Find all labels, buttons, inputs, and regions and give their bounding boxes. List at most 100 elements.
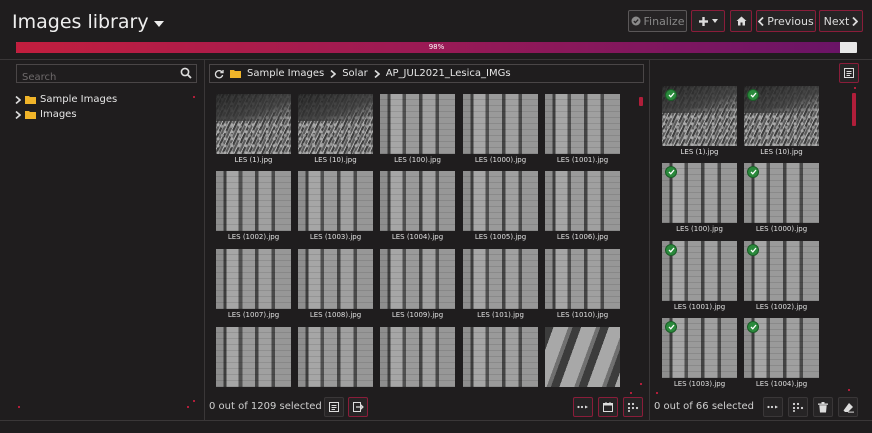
next-button[interactable]: Next	[819, 10, 863, 32]
image-tile[interactable]	[463, 327, 538, 387]
search-box	[16, 64, 197, 86]
previous-button[interactable]: Previous	[756, 10, 816, 32]
delete-button[interactable]	[813, 397, 833, 417]
check-icon[interactable]	[747, 244, 759, 256]
more-options-button[interactable]	[573, 397, 593, 417]
image-thumbnail	[463, 249, 538, 309]
check-icon[interactable]	[747, 321, 759, 333]
selected-more-button[interactable]	[763, 397, 783, 417]
search-icon[interactable]	[180, 67, 192, 79]
image-thumbnail	[545, 171, 620, 231]
add-button[interactable]	[691, 10, 725, 32]
search-input[interactable]	[17, 69, 172, 86]
resize-handle[interactable]	[656, 392, 658, 394]
trash-icon	[818, 401, 828, 412]
image-thumbnail	[545, 327, 620, 387]
image-tile[interactable]	[545, 327, 620, 387]
check-icon[interactable]	[665, 89, 677, 101]
select-options-button[interactable]	[623, 397, 643, 417]
image-tile[interactable]: LES (1006).jpg	[545, 171, 620, 241]
image-thumbnail	[545, 94, 620, 154]
image-thumbnail	[298, 94, 373, 154]
folder-icon	[230, 70, 241, 78]
selected-image-tile[interactable]: LES (1).jpg	[662, 86, 737, 156]
image-tile[interactable]: LES (1008).jpg	[298, 249, 373, 319]
finalize-button[interactable]: Finalize	[628, 10, 687, 32]
image-thumbnail	[380, 94, 455, 154]
refresh-icon[interactable]	[214, 69, 224, 79]
check-icon[interactable]	[665, 321, 677, 333]
resize-handle[interactable]	[854, 87, 856, 89]
image-caption: LES (1009).jpg	[391, 311, 444, 319]
export-icon	[352, 402, 364, 412]
folder-icon	[25, 111, 36, 119]
resize-handle[interactable]	[193, 96, 195, 98]
image-tile[interactable]: LES (1002).jpg	[216, 171, 291, 241]
move-to-selection-button[interactable]	[348, 397, 368, 417]
image-tile[interactable]: LES (1010).jpg	[545, 249, 620, 319]
image-tile[interactable]: LES (1009).jpg	[380, 249, 455, 319]
list-view-button[interactable]	[324, 397, 344, 417]
chevron-right-icon[interactable]	[15, 110, 21, 119]
resize-handle[interactable]	[630, 392, 632, 394]
grid-scrollbar[interactable]	[639, 97, 643, 106]
image-thumbnail	[744, 86, 819, 146]
image-tile[interactable]: LES (1003).jpg	[298, 171, 373, 241]
image-tile[interactable]: LES (101).jpg	[463, 249, 538, 319]
image-tile[interactable]	[216, 327, 291, 387]
selected-options-button[interactable]	[788, 397, 808, 417]
chevron-right-icon	[330, 69, 337, 78]
image-caption: LES (100).jpg	[676, 225, 723, 233]
image-tile[interactable]: LES (1000).jpg	[463, 94, 538, 164]
details-button[interactable]	[839, 63, 859, 83]
resize-handle[interactable]	[18, 406, 20, 408]
image-tile[interactable]: LES (1001).jpg	[545, 94, 620, 164]
selected-image-tile[interactable]: LES (1000).jpg	[744, 163, 819, 233]
chevron-right-icon[interactable]	[15, 95, 21, 104]
image-thumbnail	[463, 94, 538, 154]
check-icon[interactable]	[665, 166, 677, 178]
image-thumbnail	[298, 327, 373, 387]
image-thumbnail	[744, 241, 819, 301]
image-tile[interactable]: LES (1007).jpg	[216, 249, 291, 319]
image-caption: LES (1005).jpg	[474, 233, 527, 241]
resize-handle[interactable]	[848, 389, 850, 391]
clear-button[interactable]	[838, 397, 858, 417]
image-caption: LES (1001).jpg	[673, 303, 726, 311]
image-tile[interactable]: LES (1).jpg	[216, 94, 291, 164]
image-tile[interactable]: LES (1005).jpg	[463, 171, 538, 241]
selected-image-tile[interactable]: LES (1003).jpg	[662, 318, 737, 388]
image-thumbnail	[662, 163, 737, 223]
tree-item-images[interactable]: Images	[15, 109, 77, 120]
check-icon[interactable]	[665, 244, 677, 256]
home-button[interactable]	[730, 10, 752, 32]
selected-scrollbar[interactable]	[852, 93, 856, 126]
breadcrumb-item[interactable]: AP_JUL2021_Lesica_IMGs	[386, 68, 511, 79]
check-icon[interactable]	[747, 89, 759, 101]
check-icon[interactable]	[747, 166, 759, 178]
resize-handle[interactable]	[187, 406, 189, 408]
caret-down-icon	[153, 20, 164, 27]
breadcrumb-item[interactable]: Sample Images	[247, 68, 324, 79]
breadcrumb-item[interactable]: Solar	[342, 68, 367, 79]
image-caption: LES (1006).jpg	[556, 233, 609, 241]
resize-handle[interactable]	[640, 383, 642, 385]
selected-image-tile[interactable]: LES (10).jpg	[744, 86, 819, 156]
image-tile[interactable]	[298, 327, 373, 387]
image-caption: LES (1001).jpg	[556, 156, 609, 164]
image-caption: LES (1000).jpg	[755, 225, 808, 233]
image-tile[interactable]	[380, 327, 455, 387]
selected-image-tile[interactable]: LES (100).jpg	[662, 163, 737, 233]
progress-bar: 98%	[16, 42, 857, 53]
calendar-button[interactable]	[598, 397, 618, 417]
selected-image-tile[interactable]: LES (1001).jpg	[662, 241, 737, 311]
image-thumbnail	[298, 249, 373, 309]
selected-image-tile[interactable]: LES (1002).jpg	[744, 241, 819, 311]
image-tile[interactable]: LES (100).jpg	[380, 94, 455, 164]
resize-handle[interactable]	[193, 400, 195, 402]
image-tile[interactable]: LES (1004).jpg	[380, 171, 455, 241]
selected-image-tile[interactable]: LES (1004).jpg	[744, 318, 819, 388]
library-title-dropdown[interactable]: Images library	[12, 11, 164, 33]
image-tile[interactable]: LES (10).jpg	[298, 94, 373, 164]
tree-item-sample-images[interactable]: Sample Images	[15, 94, 117, 105]
